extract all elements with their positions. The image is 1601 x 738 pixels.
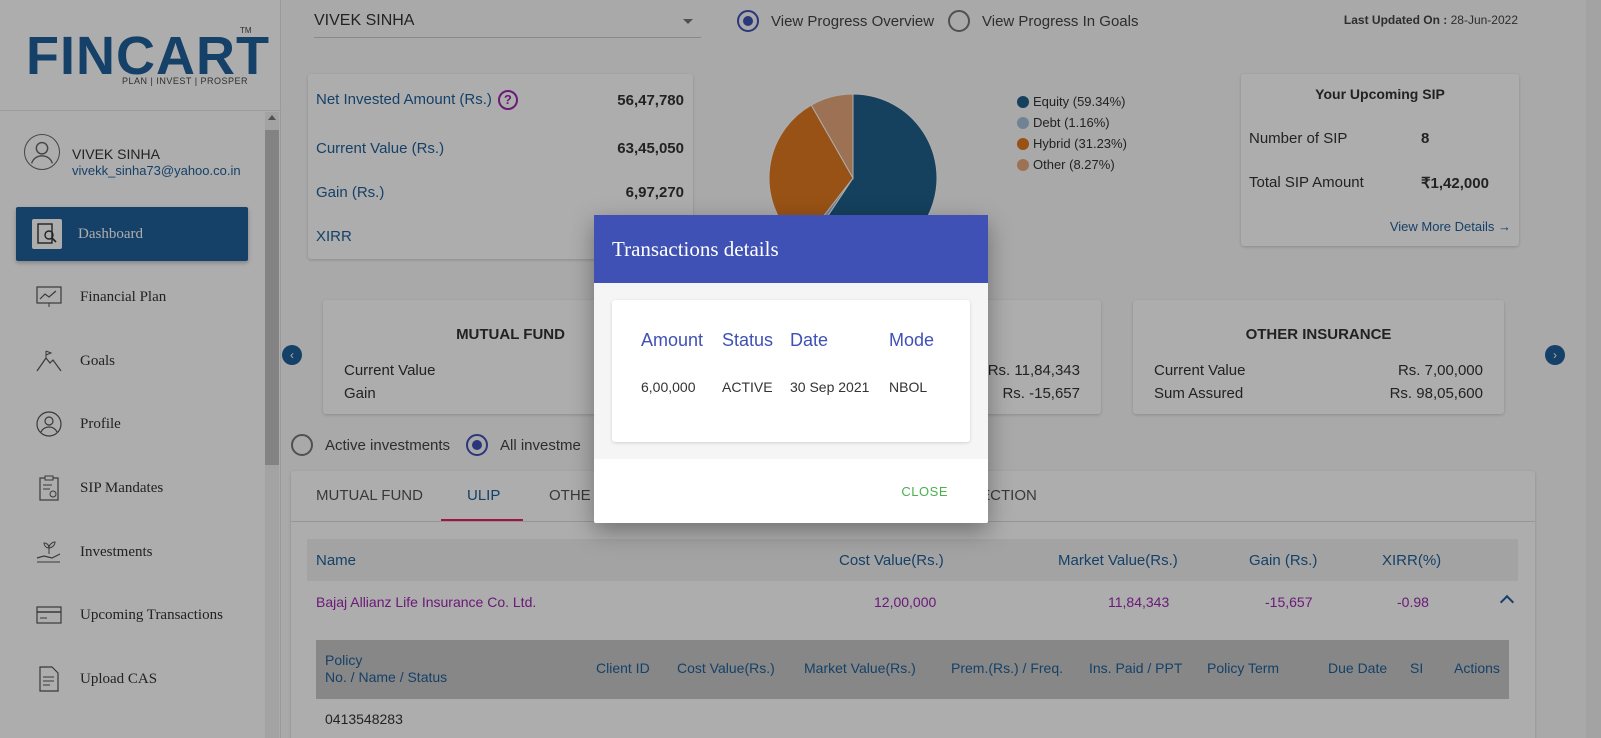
col-mode: Mode [889, 330, 935, 350]
col-amount: Amount [641, 330, 704, 350]
cell-amount: 6,00,000 [641, 379, 696, 395]
col-date: Date [790, 330, 829, 350]
cell-mode: NBOL [889, 379, 928, 395]
transactions-table: Amount Status Date Mode 6,00,000 ACTIVE … [612, 300, 970, 442]
dialog-body: Amount Status Date Mode 6,00,000 ACTIVE … [594, 283, 988, 459]
cell-date: 30 Sep 2021 [790, 379, 870, 395]
col-status: Status [722, 330, 774, 350]
transactions-dialog: Transactions details Amount Status Date … [594, 215, 988, 523]
dialog-title: Transactions details [594, 215, 988, 283]
close-button[interactable]: CLOSE [901, 484, 948, 499]
cell-status: ACTIVE [722, 379, 773, 395]
